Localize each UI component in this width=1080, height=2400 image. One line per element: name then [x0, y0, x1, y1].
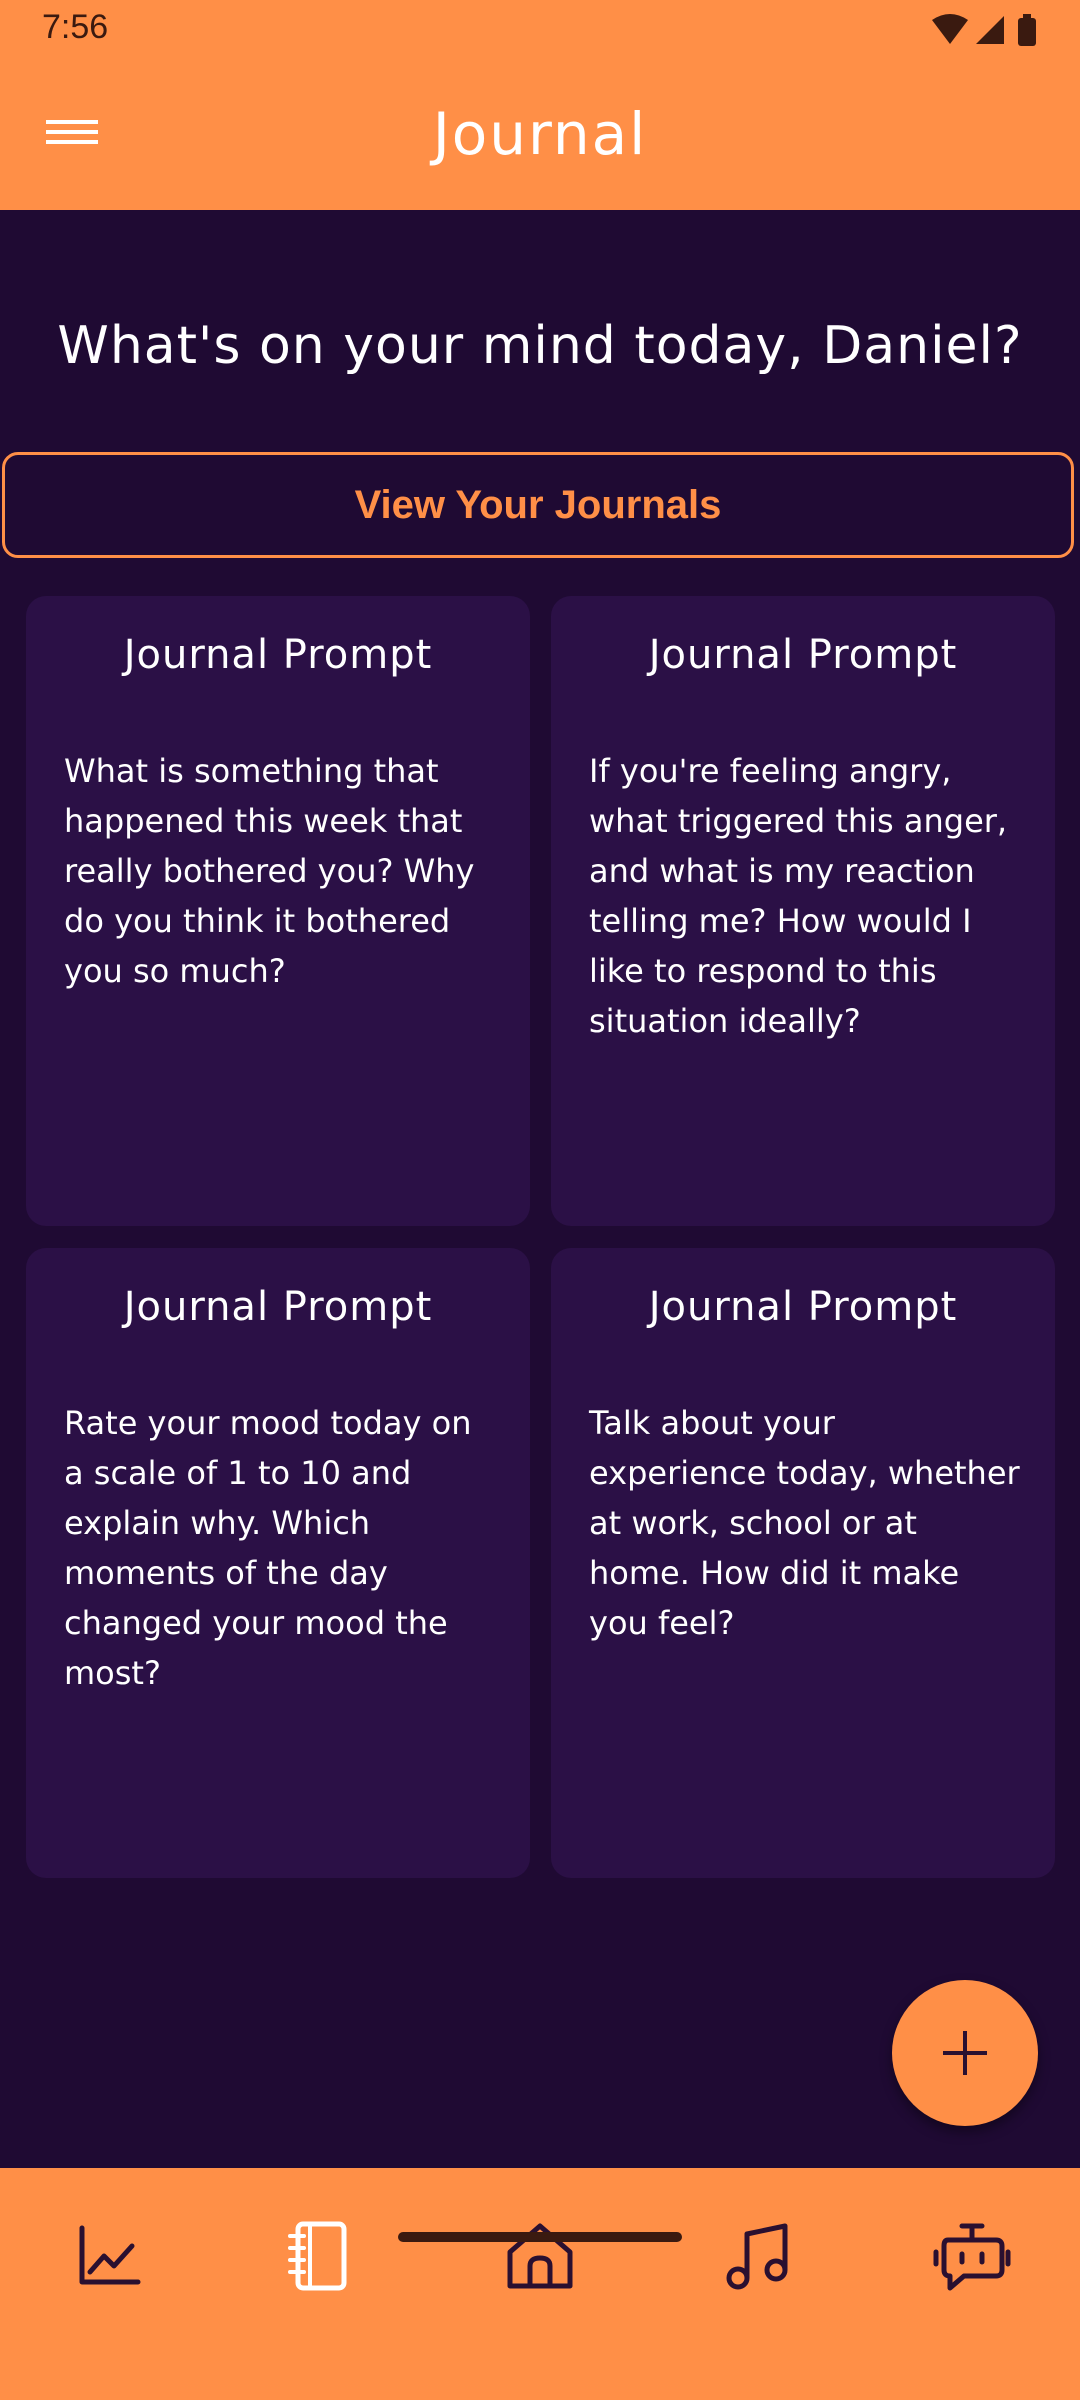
card-text: Talk about your experience today, whethe… [589, 1404, 1020, 1642]
battery-icon [1018, 14, 1036, 46]
journal-prompt-card[interactable]: Journal Prompt If you're feeling angry, … [551, 596, 1055, 1226]
nav-stats[interactable] [58, 2206, 158, 2306]
music-icon [726, 2223, 788, 2290]
card-text: What is something that happened this wee… [64, 752, 475, 990]
card-text: If you're feeling angry, what triggered … [589, 752, 1008, 1040]
nav-journal[interactable] [270, 2206, 370, 2306]
nav-home[interactable] [490, 2206, 590, 2306]
card-text: Rate your mood today on a scale of 1 to … [64, 1404, 472, 1692]
app-bar: Journal [0, 60, 1080, 210]
bottom-nav [0, 2168, 1080, 2400]
greeting-text: What's on your mind today, Daniel? [57, 316, 1023, 376]
home-icon [507, 2223, 573, 2289]
journal-prompt-card[interactable]: Journal Prompt Rate your mood today on a… [26, 1248, 530, 1878]
card-title: Journal Prompt [648, 632, 958, 678]
chart-icon [79, 2225, 141, 2285]
journal-icon [288, 2221, 347, 2291]
nav-chatbot[interactable] [922, 2206, 1022, 2306]
status-bar: 7:56 [0, 0, 1080, 60]
add-journal-button[interactable] [892, 1980, 1038, 2126]
card-title: Journal Prompt [648, 1284, 958, 1330]
chatbot-icon [933, 2223, 1011, 2291]
plus-icon [943, 2031, 987, 2075]
view-journals-button[interactable]: View Your Journals [2, 452, 1074, 558]
card-title: Journal Prompt [123, 632, 433, 678]
journal-prompt-card[interactable]: Journal Prompt Talk about your experienc… [551, 1248, 1055, 1878]
home-indicator[interactable] [398, 2232, 682, 2242]
page-title: Journal [432, 100, 648, 168]
status-icons [930, 12, 1040, 48]
status-time: 7:56 [42, 8, 109, 46]
wifi-icon [932, 14, 968, 44]
card-title: Journal Prompt [123, 1284, 433, 1330]
journal-prompt-card[interactable]: Journal Prompt What is something that ha… [26, 596, 530, 1226]
signal-icon [976, 16, 1004, 44]
nav-music[interactable] [706, 2206, 806, 2306]
